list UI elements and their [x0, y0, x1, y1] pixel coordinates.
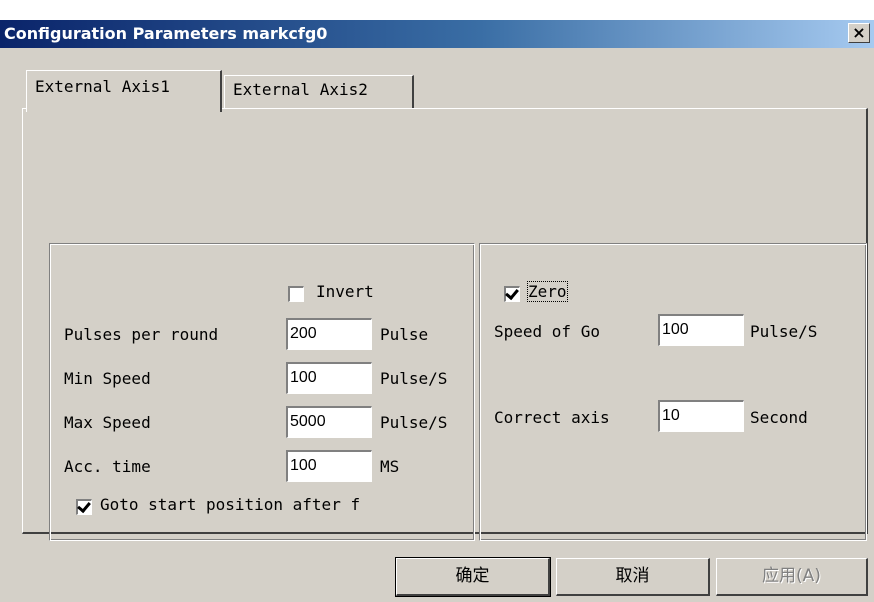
zero-label: Zero: [527, 281, 568, 302]
window-title: Configuration Parameters markcfg0: [4, 24, 328, 43]
min-speed-input[interactable]: 100: [286, 362, 372, 394]
min-speed-label: Min Speed: [64, 369, 151, 388]
correct-axis-unit: Second: [750, 408, 808, 427]
speed-of-go-input[interactable]: 100: [658, 314, 744, 346]
speed-of-go-unit: Pulse/S: [750, 322, 818, 341]
cancel-button[interactable]: 取消: [556, 558, 710, 596]
title-bar[interactable]: Configuration Parameters markcfg0 ×: [0, 20, 874, 48]
acc-time-label: Acc. time: [64, 457, 151, 476]
goto-start-checkbox[interactable]: [76, 498, 92, 515]
axis-parameters-group: Invert Pulses per round 200 Pulse Min Sp…: [49, 243, 475, 541]
dialog-body: External Axis1 External Axis2 Invert Pul…: [0, 48, 874, 602]
apply-label: 应用(A): [762, 566, 821, 586]
max-speed-input[interactable]: 5000: [286, 406, 372, 438]
cancel-label: 取消: [615, 566, 650, 586]
tab-external-axis2[interactable]: External Axis2: [224, 75, 414, 109]
apply-button[interactable]: 应用(A): [716, 558, 868, 596]
invert-label: Invert: [316, 282, 374, 301]
zero-parameters-group: Zero Speed of Go 100 Pulse/S Correct axi…: [479, 243, 867, 541]
pulses-per-round-label: Pulses per round: [64, 325, 219, 344]
pulses-per-round-input[interactable]: 200: [286, 318, 372, 350]
close-button[interactable]: ×: [848, 23, 870, 43]
tab-page: Invert Pulses per round 200 Pulse Min Sp…: [22, 108, 868, 541]
ok-button[interactable]: 确定: [395, 557, 551, 597]
tab-external-axis1[interactable]: External Axis1: [26, 70, 222, 112]
pulses-per-round-unit: Pulse: [380, 325, 429, 344]
tab-label: External Axis2: [233, 80, 368, 99]
acc-time-input[interactable]: 100: [286, 450, 372, 482]
max-speed-label: Max Speed: [64, 413, 151, 432]
check-icon: [77, 498, 91, 514]
max-speed-unit: Pulse/S: [380, 413, 448, 432]
correct-axis-label: Correct axis: [494, 408, 610, 427]
correct-axis-input[interactable]: 10: [658, 400, 744, 432]
acc-time-unit: MS: [380, 457, 400, 476]
invert-checkbox[interactable]: [288, 286, 304, 302]
min-speed-unit: Pulse/S: [380, 369, 448, 388]
tab-label: External Axis1: [35, 77, 170, 96]
close-icon: ×: [852, 23, 866, 42]
speed-of-go-label: Speed of Go: [494, 322, 600, 341]
zero-checkbox[interactable]: [504, 285, 520, 302]
ok-label: 确定: [455, 566, 490, 586]
check-icon: [505, 285, 519, 301]
goto-start-label: Goto start position after f: [100, 495, 361, 514]
